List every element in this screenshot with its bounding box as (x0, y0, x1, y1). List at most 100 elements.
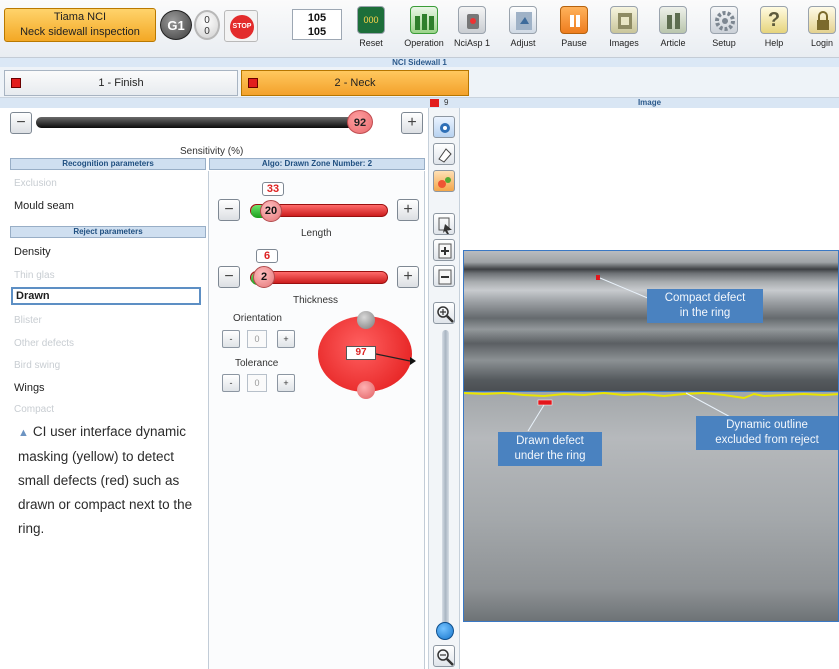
count-bottom: 105 (307, 26, 327, 38)
app-name: Tiama NCI (53, 11, 107, 23)
algo-header: Algo: Drawn Zone Number: 2 (209, 158, 425, 170)
param-drawn[interactable]: Drawn (16, 290, 50, 302)
app-title-badge[interactable]: Tiama NCI Neck sidewall inspection (4, 8, 156, 42)
inspection-app-window: Tiama NCI Neck sidewall inspection G1 0 … (0, 0, 839, 669)
article-icon (659, 6, 687, 34)
zone-tabs: 1 - Finish 2 - Neck (0, 67, 839, 98)
remove-page-icon (438, 269, 452, 285)
sensitivity-knob[interactable]: 92 (347, 110, 373, 134)
sensitivity-header (0, 98, 428, 108)
thickness-label: Thickness (293, 295, 339, 306)
length-threshold-bubble: 33 (262, 182, 284, 196)
sensitivity-minus-button[interactable]: − (10, 112, 32, 134)
add-zone-button[interactable] (433, 239, 455, 261)
view-tool-button[interactable] (433, 116, 455, 138)
inspection-image[interactable]: Compact defect in the ring Drawn defect … (463, 250, 839, 622)
adjust-label: Adjust (510, 38, 536, 48)
lock-icon (808, 6, 836, 34)
login-label: Login (810, 38, 834, 48)
section-title: NCI Sidewall 1 (0, 58, 839, 67)
zone-number-header: 9 (428, 98, 460, 108)
login-button[interactable]: Login (808, 6, 836, 56)
orientation-minus-button[interactable]: - (222, 330, 240, 348)
operation-button[interactable]: Operation (404, 6, 444, 56)
param-blister[interactable]: Blister (14, 315, 42, 326)
stop-button[interactable]: STOP (224, 10, 258, 42)
param-thin-glass[interactable]: Thin glas (14, 270, 55, 281)
sensitivity-label: Sensitivity (%) (180, 146, 244, 157)
param-wings[interactable]: Wings (14, 382, 45, 394)
app-subtitle: Neck sidewall inspection (20, 26, 140, 38)
figure-caption: ▲ CI user interface dynamic masking (yell… (18, 420, 208, 541)
pause-icon (560, 6, 588, 34)
images-button[interactable]: Images (607, 6, 641, 56)
recognition-header: Recognition parameters (10, 158, 206, 170)
cursor-icon (438, 217, 452, 234)
eraser-icon (438, 148, 452, 163)
tolerance-label: Tolerance (235, 358, 279, 369)
remove-zone-button[interactable] (433, 265, 455, 287)
caption-text: CI user interface dynamic masking (yello… (18, 424, 193, 536)
param-other-defects[interactable]: Other defects (14, 338, 74, 349)
param-mould-seam[interactable]: Mould seam (14, 200, 74, 212)
select-tool-button[interactable] (433, 213, 455, 235)
orientation-plus-button[interactable]: + (277, 330, 295, 348)
param-density[interactable]: Density (14, 246, 51, 258)
reject-header: Reject parameters (10, 226, 206, 238)
zoom-slider-knob[interactable] (436, 622, 454, 640)
pause-label: Pause (561, 38, 587, 48)
reject-counter: 0 0 (194, 10, 220, 40)
tolerance-value[interactable]: 0 (247, 374, 267, 392)
zoom-slider-track[interactable] (442, 330, 449, 625)
param-exclusion[interactable]: Exclusion (14, 178, 57, 189)
nciasp-button[interactable]: NciAsp 1 (452, 6, 492, 56)
compact-defect-marker (596, 275, 600, 280)
article-button[interactable]: Article (657, 6, 689, 56)
thickness-threshold-bubble: 6 (256, 249, 278, 263)
adjust-button[interactable]: Adjust (508, 6, 538, 56)
tab-neck-label: 2 - Neck (334, 77, 376, 89)
sensitivity-slider-track[interactable] (36, 117, 372, 128)
drawn-defect-callout: Drawn defect under the ring (498, 432, 602, 466)
setup-label: Setup (712, 38, 736, 48)
setup-button[interactable]: Setup (709, 6, 739, 56)
help-button[interactable]: ? Help (760, 6, 788, 56)
tolerance-plus-button[interactable]: + (277, 374, 295, 392)
zoom-out-button[interactable] (433, 645, 455, 667)
count-top: 105 (307, 12, 327, 24)
thickness-plus-button[interactable]: + (397, 266, 419, 288)
compact-defect-callout: Compact defect in the ring (647, 289, 763, 323)
thickness-minus-button[interactable]: − (218, 266, 240, 288)
group-badge[interactable]: G1 (160, 10, 192, 40)
help-icon: ? (760, 6, 788, 34)
pause-button[interactable]: Pause (559, 6, 589, 56)
orientation-wheel-value[interactable]: 97 (346, 346, 376, 360)
length-plus-button[interactable]: + (397, 199, 419, 221)
zone-number: 9 (444, 98, 449, 107)
length-minus-button[interactable]: − (218, 199, 240, 221)
thickness-knob[interactable]: 2 (253, 266, 275, 288)
eye-icon (440, 123, 450, 133)
main-toolbar: Tiama NCI Neck sidewall inspection G1 0 … (0, 0, 839, 58)
zone-status-icon (248, 78, 258, 88)
counter-top: 0 (204, 15, 210, 26)
param-bird-swing[interactable]: Bird swing (14, 360, 60, 371)
reset-button[interactable]: 000 Reset (357, 6, 385, 56)
color-tool-button[interactable] (433, 170, 455, 192)
eraser-tool-button[interactable] (433, 143, 455, 165)
sensitivity-plus-button[interactable]: + (401, 112, 423, 134)
tab-neck[interactable]: 2 - Neck (241, 70, 469, 96)
zone-marker-icon (430, 99, 439, 107)
algo-panel (208, 171, 425, 669)
drawn-defect-marker (537, 399, 553, 406)
image-panel-header: Image (460, 98, 839, 108)
param-compact[interactable]: Compact (14, 404, 54, 415)
length-knob[interactable]: 20 (260, 200, 282, 222)
help-label: Help (764, 38, 784, 48)
tab-finish[interactable]: 1 - Finish (4, 70, 238, 96)
tolerance-minus-button[interactable]: - (222, 374, 240, 392)
add-page-icon (438, 243, 452, 259)
zoom-in-button[interactable] (433, 302, 455, 324)
orientation-value[interactable]: 0 (247, 330, 267, 348)
orientation-label: Orientation (233, 313, 282, 324)
